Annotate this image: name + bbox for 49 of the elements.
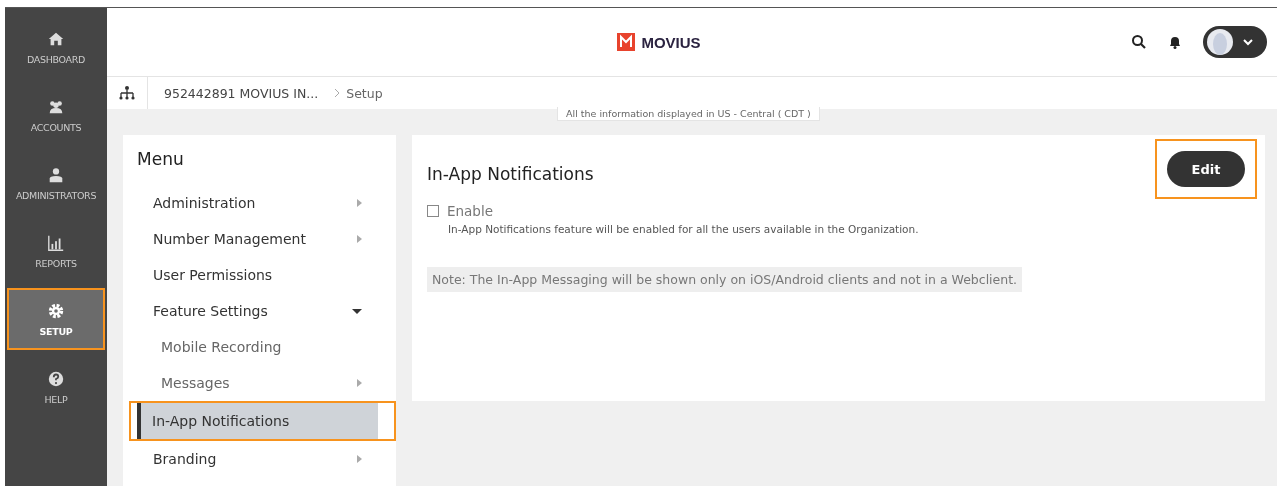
menu-item-label: Number Management xyxy=(153,231,306,247)
chevron-down-icon xyxy=(1242,37,1254,47)
nav-item[interactable]: ACCOUNTS xyxy=(7,84,105,146)
note-text: Note: The In-App Messaging will be shown only on iOS/Android clients and not in a Webclient. xyxy=(427,267,1023,292)
bar-chart-icon xyxy=(47,233,65,252)
bell-icon[interactable] xyxy=(1167,34,1183,50)
person-icon xyxy=(47,165,65,184)
menu-item[interactable]: Administration xyxy=(137,185,382,221)
menu-item[interactable]: Mobile Recording xyxy=(137,329,382,365)
nav-item[interactable]: HELP xyxy=(7,356,105,418)
menu-item[interactable]: Branding xyxy=(137,441,382,477)
menu-item-label: Branding xyxy=(153,451,217,467)
menu-item-label: Feature Settings xyxy=(153,303,268,319)
chevron-right-icon xyxy=(334,88,341,98)
avatar-icon xyxy=(1206,28,1234,56)
caret-right-icon xyxy=(357,455,362,463)
logo-icon xyxy=(617,33,636,51)
nav-item[interactable]: ADMINISTRATORS xyxy=(7,152,105,214)
caret-right-icon xyxy=(357,379,362,387)
menu-title: Menu xyxy=(137,149,185,169)
breadcrumb-current: Setup xyxy=(346,85,383,101)
enable-checkbox[interactable] xyxy=(427,205,439,217)
menu-item-label: Administration xyxy=(153,195,256,211)
breadcrumb-link[interactable]: 952442891 MOVIUS IN... xyxy=(148,85,319,101)
menu-item-label: User Permissions xyxy=(153,267,273,283)
menu-item-label: In-App Notifications xyxy=(152,413,290,429)
nav-item[interactable]: REPORTS xyxy=(7,220,105,282)
search-icon[interactable] xyxy=(1131,34,1147,50)
checkbox-description: In-App Notifications feature will be enabled for all the users available in the Organization. xyxy=(448,223,920,235)
menu-item[interactable]: Feature Settings xyxy=(137,293,382,329)
menu-item[interactable]: User Permissions xyxy=(137,257,382,293)
menu-item[interactable]: Number Management xyxy=(137,221,382,257)
menu-item-label: Mobile Recording xyxy=(161,339,282,355)
nav-item[interactable]: DASHBOARD xyxy=(7,16,105,78)
menu-item-label: Messages xyxy=(161,375,230,391)
timezone-note: All the information displayed in US - Central ( CDT ) xyxy=(557,107,820,121)
hierarchy-icon xyxy=(118,85,136,101)
section-title: In-App Notifications xyxy=(427,164,594,184)
help-icon xyxy=(47,369,65,388)
profile-menu[interactable] xyxy=(1203,26,1267,58)
checkbox-label: Enable xyxy=(447,203,493,219)
settings-icon xyxy=(47,301,65,320)
caret-right-icon xyxy=(357,235,362,243)
nav-item[interactable]: SETUP xyxy=(7,288,105,350)
menu-item[interactable]: In-App Notifications xyxy=(137,403,378,439)
menu-item[interactable]: Messages xyxy=(137,365,382,401)
caret-right-icon xyxy=(357,199,362,207)
edit-button[interactable]: Edit xyxy=(1167,151,1245,187)
logo-text: MOVIUS xyxy=(641,33,701,51)
